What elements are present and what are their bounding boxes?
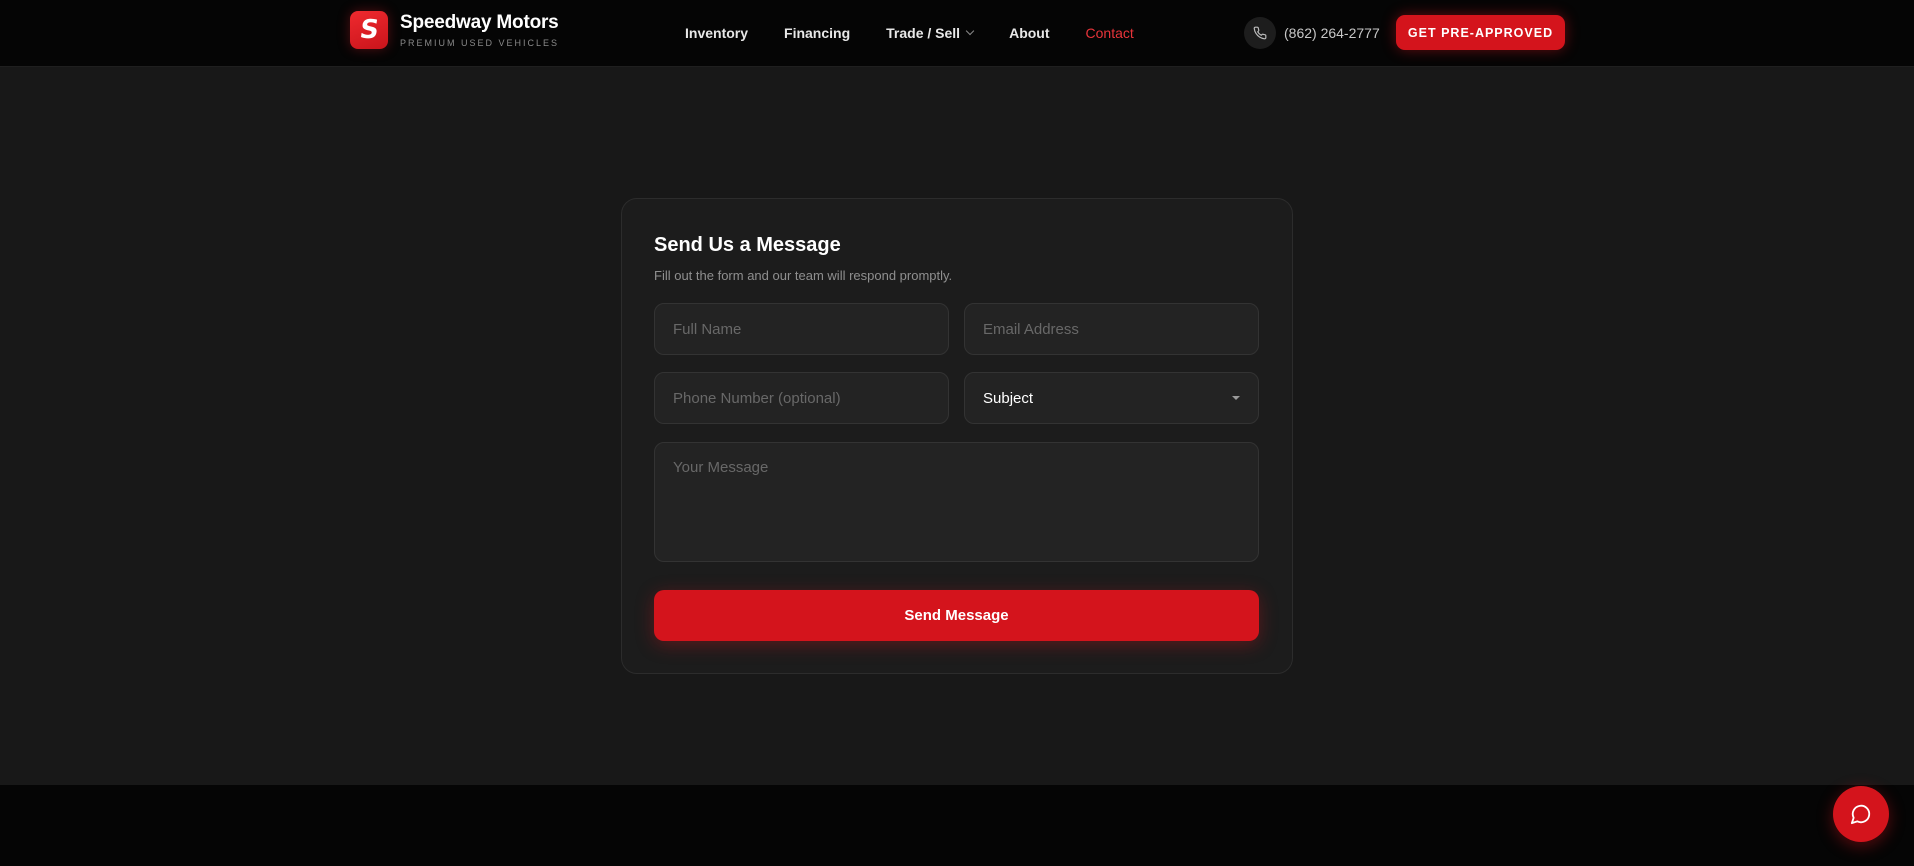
header-phone[interactable]: (862) 264-2777 — [1244, 17, 1380, 49]
send-message-button[interactable]: Send Message — [654, 590, 1259, 641]
brand-tagline: PREMIUM USED VEHICLES — [400, 38, 560, 48]
nav-item-label: Trade / Sell — [886, 25, 961, 41]
logo-letter: S — [357, 15, 381, 45]
phone-icon — [1244, 17, 1276, 49]
contact-form-card: Send Us a Message Fill out the form and … — [621, 198, 1293, 674]
main-nav: Inventory Financing Trade / Sell About C… — [685, 0, 1170, 66]
nav-item-inventory[interactable]: Inventory — [685, 25, 748, 41]
full-name-input[interactable] — [654, 303, 949, 355]
subject-select[interactable]: Subject — [964, 372, 1259, 424]
nav-item-label: Financing — [784, 25, 851, 41]
brand-text: Speedway Motors PREMIUM USED VEHICLES — [400, 12, 559, 48]
chat-bubble-icon — [1850, 804, 1871, 825]
phone-input[interactable] — [654, 372, 949, 424]
chevron-down-icon — [965, 26, 975, 35]
brand-name: Speedway Motors — [400, 12, 559, 33]
email-input[interactable] — [964, 303, 1259, 355]
chat-button[interactable] — [1833, 786, 1889, 842]
nav-item-label: About — [1009, 25, 1050, 41]
logo-badge: S — [350, 11, 388, 49]
brand-logo[interactable]: S Speedway Motors PREMIUM USED VEHICLES — [350, 11, 559, 49]
nav-item-about[interactable]: About — [1009, 25, 1049, 41]
form-title: Send Us a Message — [654, 234, 841, 256]
phone-number: (862) 264-2777 — [1284, 25, 1380, 41]
site-header: S Speedway Motors PREMIUM USED VEHICLES … — [0, 0, 1914, 67]
nav-item-label: Contact — [1085, 25, 1134, 41]
message-textarea[interactable] — [654, 442, 1259, 562]
subject-selected-value: Subject — [983, 389, 1034, 407]
chevron-down-icon — [1232, 396, 1240, 400]
get-pre-approved-button[interactable]: GET PRE-APPROVED — [1396, 15, 1565, 50]
nav-item-financing[interactable]: Financing — [784, 25, 850, 41]
nav-item-trade-sell[interactable]: Trade / Sell — [886, 25, 975, 41]
site-footer — [0, 785, 1914, 866]
nav-item-contact[interactable]: Contact — [1086, 25, 1134, 41]
form-subtitle: Fill out the form and our team will resp… — [654, 268, 953, 283]
nav-item-label: Inventory — [685, 25, 749, 41]
